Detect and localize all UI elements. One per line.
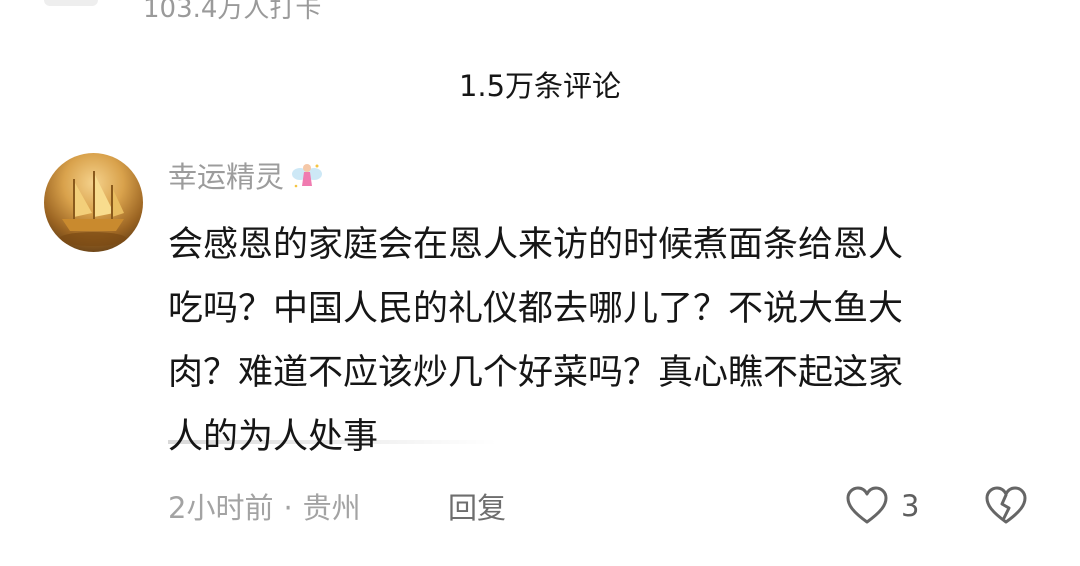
comment-line: 人的为人处事 <box>168 417 379 457</box>
comment-line: 肉？难道不应该炒几个好菜吗？真心瞧不起这家 <box>168 353 904 393</box>
reply-button[interactable]: 回复 <box>448 488 506 528</box>
comment-content: 会感恩的家庭会在恩人来访的时候煮面条给恩人 吃吗？中国人民的礼仪都去哪儿了？不说… <box>168 213 1038 469</box>
checkin-count: 103.4万人打卡 <box>143 0 322 24</box>
like-count: 3 <box>901 489 920 523</box>
heart-outline-icon <box>846 486 888 524</box>
comment-line: 吃吗？中国人民的礼仪都去哪儿了？不说大鱼大 <box>168 289 904 329</box>
topic-icon <box>44 0 98 6</box>
comment-count-title: 1.5万条评论 <box>458 69 622 103</box>
avatar[interactable] <box>44 153 143 252</box>
avatar-image <box>59 171 127 246</box>
underline-fade <box>168 440 498 444</box>
like-button[interactable]: 3 <box>845 486 919 526</box>
comment-line: 会感恩的家庭会在恩人来访的时候煮面条给恩人 <box>168 225 904 265</box>
username-text: 幸运精灵 <box>168 160 285 194</box>
comment-location: 贵州 <box>302 491 361 525</box>
comment-username[interactable]: 幸运精灵 <box>168 157 324 197</box>
meta-separator: · <box>283 491 293 525</box>
fairy-icon <box>290 160 324 194</box>
dislike-button[interactable] <box>984 486 1028 530</box>
comment-meta: 2小时前 · 贵州 <box>168 488 361 528</box>
comments-page: 103.4万人打卡 1.5万条评论 幸运精灵 会感恩的家庭会在恩人来访的时候煮面… <box>0 0 1080 566</box>
comment-time: 2小时前 <box>168 491 274 525</box>
broken-heart-icon <box>985 486 1027 524</box>
